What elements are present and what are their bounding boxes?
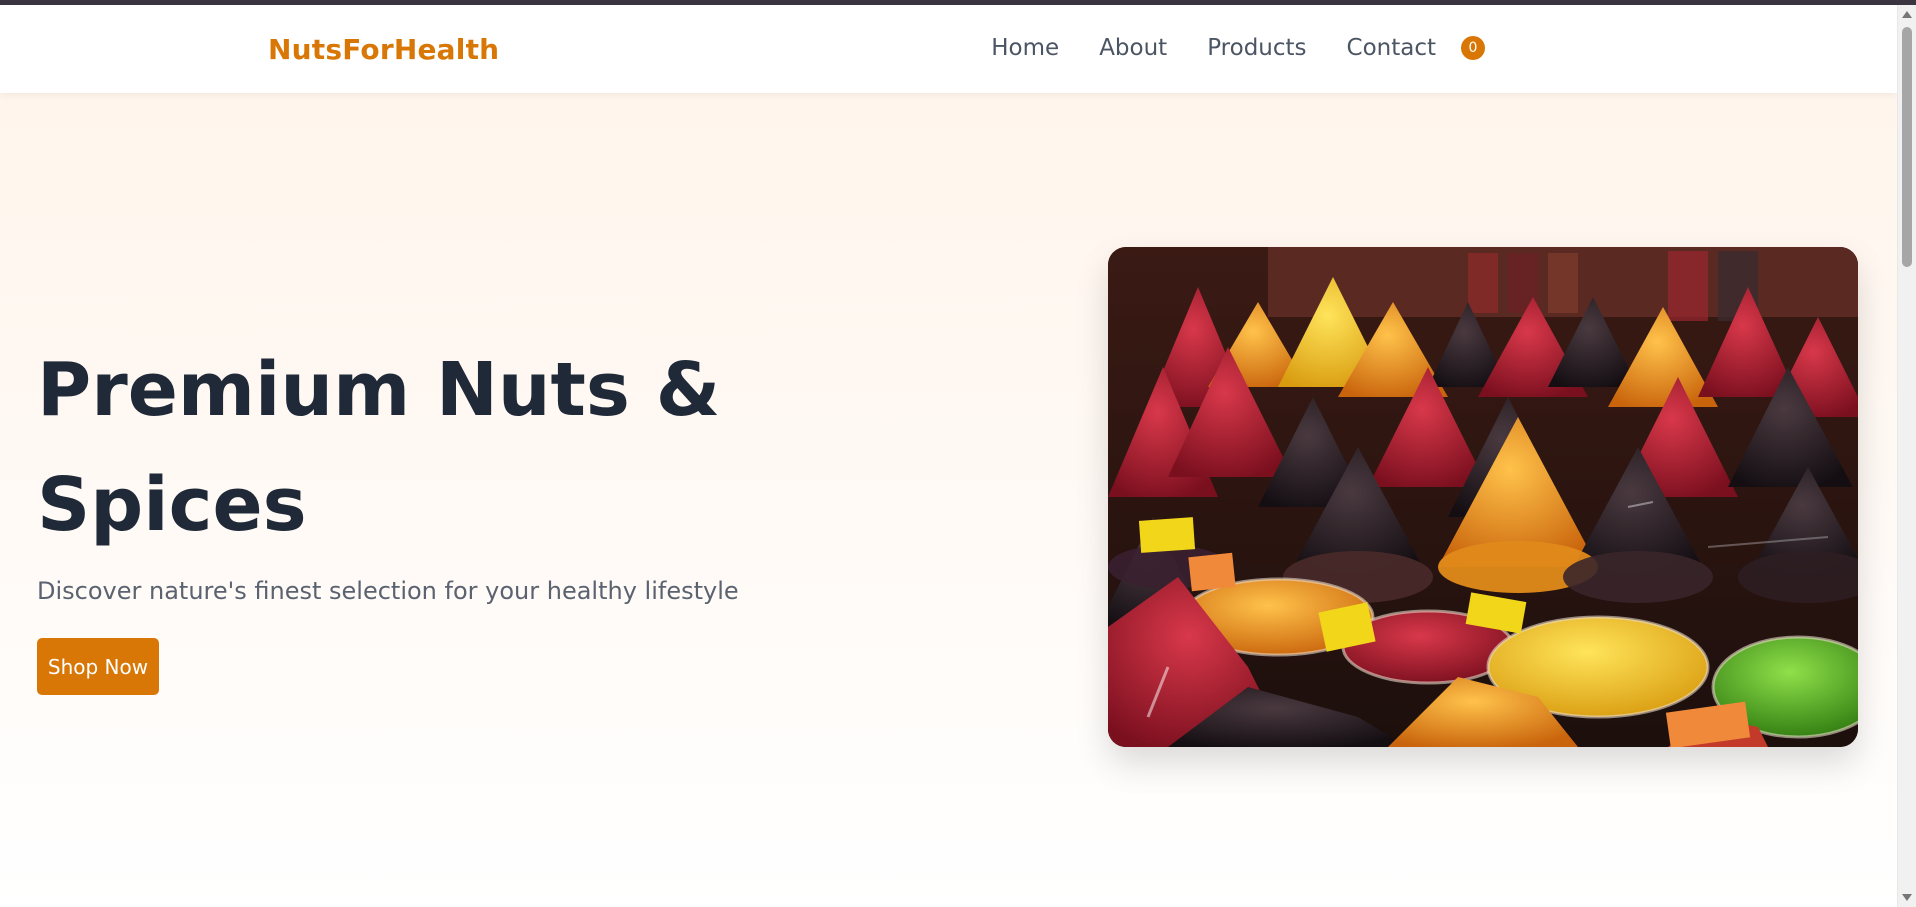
nav-link-about[interactable]: About bbox=[1099, 35, 1167, 61]
brand-logo[interactable]: NutsForHealth bbox=[268, 33, 499, 66]
nav-link-home[interactable]: Home bbox=[991, 35, 1059, 61]
scroll-down-arrow-icon[interactable] bbox=[1902, 894, 1912, 901]
dried-fruit-market-illustration bbox=[1108, 247, 1858, 747]
navbar: NutsForHealth Home About Products Contac… bbox=[0, 5, 1897, 93]
page-scrollbar[interactable] bbox=[1897, 5, 1916, 907]
nav-link-products[interactable]: Products bbox=[1207, 35, 1306, 61]
scroll-thumb[interactable] bbox=[1902, 27, 1912, 267]
scroll-up-arrow-icon[interactable] bbox=[1902, 11, 1912, 18]
cart-count-badge[interactable]: 0 bbox=[1461, 36, 1485, 60]
hero-image-dried-fruits bbox=[1108, 247, 1858, 747]
shop-now-button[interactable]: Shop Now bbox=[37, 638, 159, 695]
nav-link-contact[interactable]: Contact bbox=[1347, 35, 1436, 61]
nav-links: Home About Products Contact 0 bbox=[991, 35, 1485, 61]
hero-title: Premium Nuts & Spices bbox=[37, 347, 721, 548]
hero-subtitle: Discover nature's finest selection for y… bbox=[37, 577, 739, 605]
hero-section: Premium Nuts & Spices Discover nature's … bbox=[0, 93, 1897, 907]
